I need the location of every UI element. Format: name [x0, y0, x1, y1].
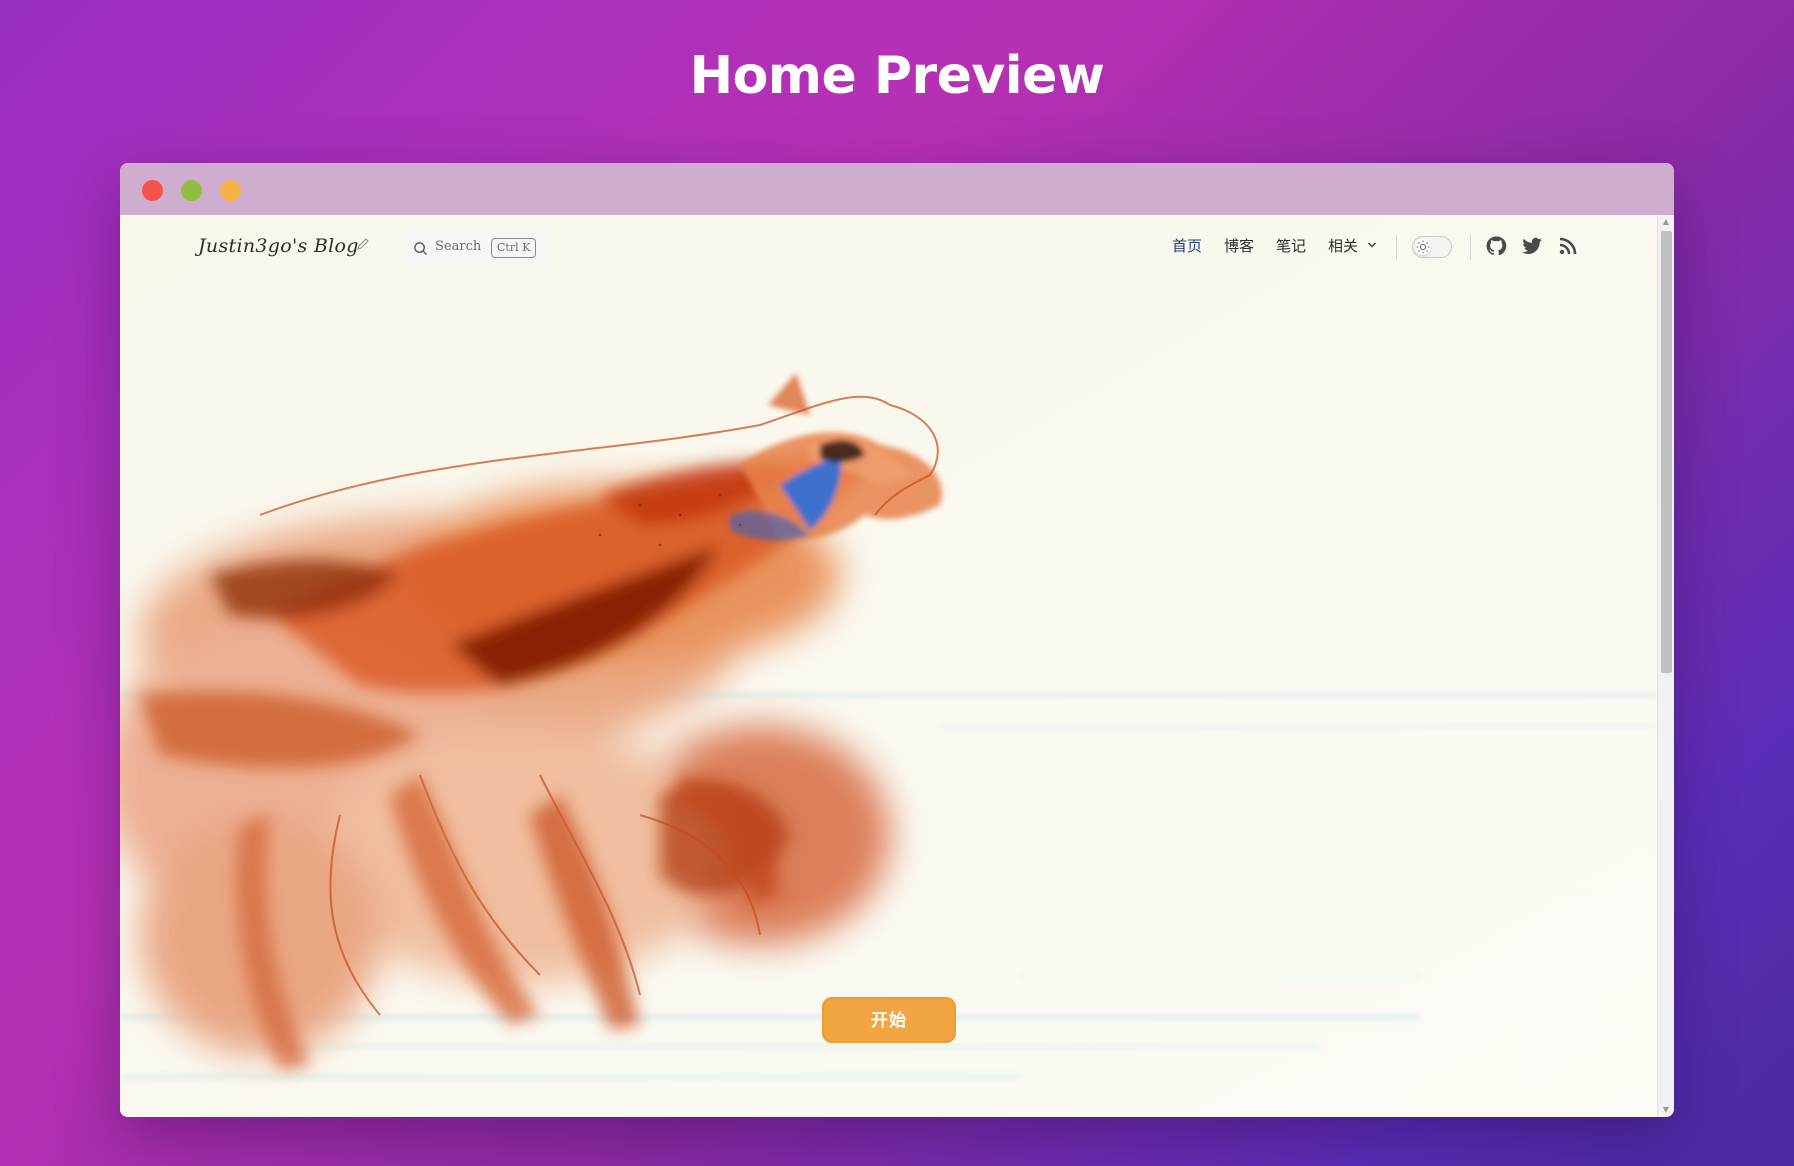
sun-icon — [1416, 240, 1430, 254]
pencil-icon — [356, 237, 370, 255]
window-titlebar — [120, 163, 1674, 215]
maximize-window-button[interactable] — [220, 180, 241, 201]
scroll-up-arrow-icon[interactable]: ▲ — [1658, 215, 1674, 229]
github-icon[interactable] — [1484, 234, 1508, 258]
nav-divider — [1470, 235, 1471, 260]
minimize-window-button[interactable] — [181, 180, 202, 201]
search-label: Search — [435, 239, 482, 254]
nav-item-related-label: 相关 — [1328, 237, 1359, 255]
nav-item-blog[interactable]: 博客 — [1224, 235, 1254, 256]
site-brand[interactable]: Justin3go's Blog — [198, 235, 359, 257]
hero-wolf-image — [120, 215, 1658, 1117]
page-viewport: Justin3go's Blog Search Ctrl K 首页 博客 笔记 … — [120, 215, 1658, 1117]
page-title: Home Preview — [689, 46, 1105, 106]
twitter-icon[interactable] — [1520, 234, 1544, 258]
site-navbar: Justin3go's Blog Search Ctrl K 首页 博客 笔记 … — [120, 215, 1658, 279]
search-icon — [414, 242, 427, 255]
theme-toggle[interactable] — [1412, 236, 1452, 258]
nav-item-related[interactable]: 相关 — [1328, 235, 1377, 256]
nav-divider — [1396, 235, 1397, 260]
scrollbar-thumb[interactable] — [1661, 231, 1672, 673]
start-button[interactable]: 开始 — [822, 997, 956, 1043]
vertical-scrollbar[interactable]: ▲ ▼ — [1657, 215, 1674, 1117]
browser-window: Justin3go's Blog Search Ctrl K 首页 博客 笔记 … — [120, 163, 1674, 1117]
search-shortcut: Ctrl K — [491, 238, 537, 258]
nav-item-home[interactable]: 首页 — [1172, 235, 1202, 256]
nav-item-notes[interactable]: 笔记 — [1276, 235, 1306, 256]
chevron-down-icon — [1367, 241, 1377, 252]
toggle-knob — [1415, 239, 1431, 255]
search-button[interactable]: Search Ctrl K — [401, 228, 547, 268]
scroll-down-arrow-icon[interactable]: ▼ — [1658, 1103, 1674, 1117]
rss-icon[interactable] — [1556, 234, 1580, 258]
close-window-button[interactable] — [142, 180, 163, 201]
